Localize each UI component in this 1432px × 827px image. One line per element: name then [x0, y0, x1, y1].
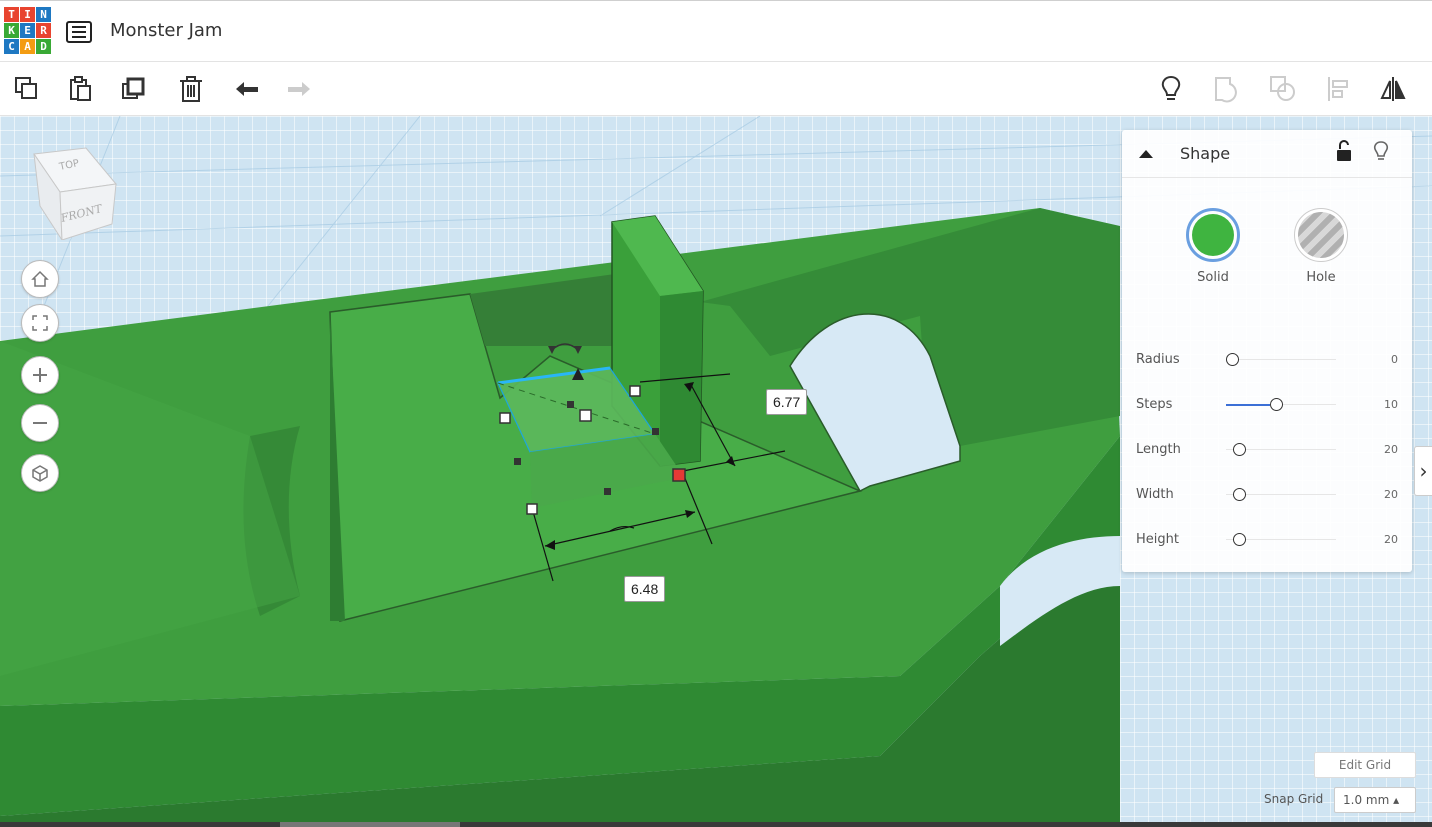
property-slider-fill — [1226, 404, 1270, 406]
property-label: Height — [1136, 532, 1179, 547]
ungroup-icon[interactable] — [1268, 74, 1298, 104]
scrollbar-thumb[interactable] — [280, 822, 460, 827]
property-value[interactable]: 0 — [1391, 353, 1398, 366]
width-dimension-input[interactable]: 6.48 — [624, 576, 666, 602]
project-title[interactable]: Monster Jam — [110, 20, 222, 41]
mirror-icon[interactable] — [1378, 74, 1408, 104]
home-view-icon[interactable] — [21, 260, 59, 298]
property-value[interactable]: 20 — [1384, 533, 1398, 546]
property-label: Radius — [1136, 352, 1180, 367]
undo-icon[interactable] — [232, 74, 262, 104]
delete-icon[interactable] — [176, 74, 206, 104]
view-cube[interactable]: TOP FRONT — [26, 144, 122, 240]
lightbulb-icon[interactable] — [1156, 74, 1186, 104]
property-label: Width — [1136, 487, 1174, 502]
logo-letter: N — [36, 7, 51, 22]
align-icon[interactable] — [1324, 74, 1354, 104]
property-row-height: Height 20 — [1136, 528, 1398, 552]
zoom-out-icon[interactable] — [21, 404, 59, 442]
property-row-width: Width 20 — [1136, 483, 1398, 507]
hole-type-button[interactable] — [1294, 208, 1348, 262]
perspective-icon[interactable] — [21, 454, 59, 492]
shape-panel-title: Shape — [1180, 144, 1231, 163]
logo-letter: C — [4, 39, 19, 54]
property-slider-knob[interactable] — [1232, 533, 1246, 546]
snap-grid-select[interactable]: 1.0 mm ▴ — [1334, 787, 1416, 813]
toolbar — [0, 62, 1432, 116]
title-bar: T I N K E R C A D Monster Jam — [0, 0, 1432, 62]
group-icon[interactable] — [1212, 74, 1242, 104]
property-slider-knob[interactable] — [1226, 353, 1239, 366]
solid-label: Solid — [1197, 270, 1229, 285]
fit-view-icon[interactable] — [21, 304, 59, 342]
logo-letter: T — [4, 7, 19, 22]
copy-icon[interactable] — [12, 74, 42, 104]
property-label: Length — [1136, 442, 1181, 457]
shape-panel-header: Shape — [1122, 130, 1412, 178]
logo-letter: A — [20, 39, 35, 54]
logo-letter: D — [36, 39, 51, 54]
snap-grid-label: Snap Grid — [1264, 792, 1324, 806]
property-label: Steps — [1136, 397, 1173, 412]
duplicate-icon[interactable] — [120, 74, 150, 104]
logo-letter: E — [20, 23, 35, 38]
design-menu-icon[interactable] — [66, 21, 92, 43]
property-value[interactable]: 10 — [1384, 398, 1398, 411]
property-slider-knob[interactable] — [1270, 398, 1283, 411]
unlock-icon[interactable] — [1336, 140, 1352, 162]
property-slider-track[interactable] — [1226, 359, 1336, 360]
solid-type-button[interactable] — [1186, 208, 1240, 262]
tinkercad-logo[interactable]: T I N K E R C A D — [4, 7, 52, 55]
redo-icon[interactable] — [284, 74, 314, 104]
shape-panel: Shape Solid Hole Radius 0 Steps 10 Length 20 W… — [1122, 130, 1412, 572]
depth-dimension-input[interactable]: 6.77 — [766, 389, 808, 415]
panel-toggle-chevron-icon[interactable]: › — [1414, 446, 1432, 496]
property-row-radius: Radius 0 — [1136, 348, 1398, 372]
zoom-in-icon[interactable] — [21, 356, 59, 394]
logo-letter: R — [36, 23, 51, 38]
property-row-steps: Steps 10 — [1136, 393, 1398, 417]
property-row-length: Length 20 — [1136, 438, 1398, 462]
property-value[interactable]: 20 — [1384, 443, 1398, 456]
lightbulb-icon[interactable] — [1372, 140, 1390, 164]
logo-letter: I — [20, 7, 35, 22]
property-slider-knob[interactable] — [1232, 488, 1246, 501]
property-value[interactable]: 20 — [1384, 488, 1398, 501]
edit-grid-button[interactable]: Edit Grid — [1314, 752, 1416, 778]
bottom-scrollbar[interactable] — [0, 822, 1432, 827]
logo-letter: K — [4, 23, 19, 38]
hole-label: Hole — [1306, 270, 1336, 285]
property-slider-knob[interactable] — [1232, 443, 1246, 456]
paste-icon[interactable] — [66, 74, 96, 104]
collapse-panel-icon[interactable] — [1138, 148, 1154, 160]
